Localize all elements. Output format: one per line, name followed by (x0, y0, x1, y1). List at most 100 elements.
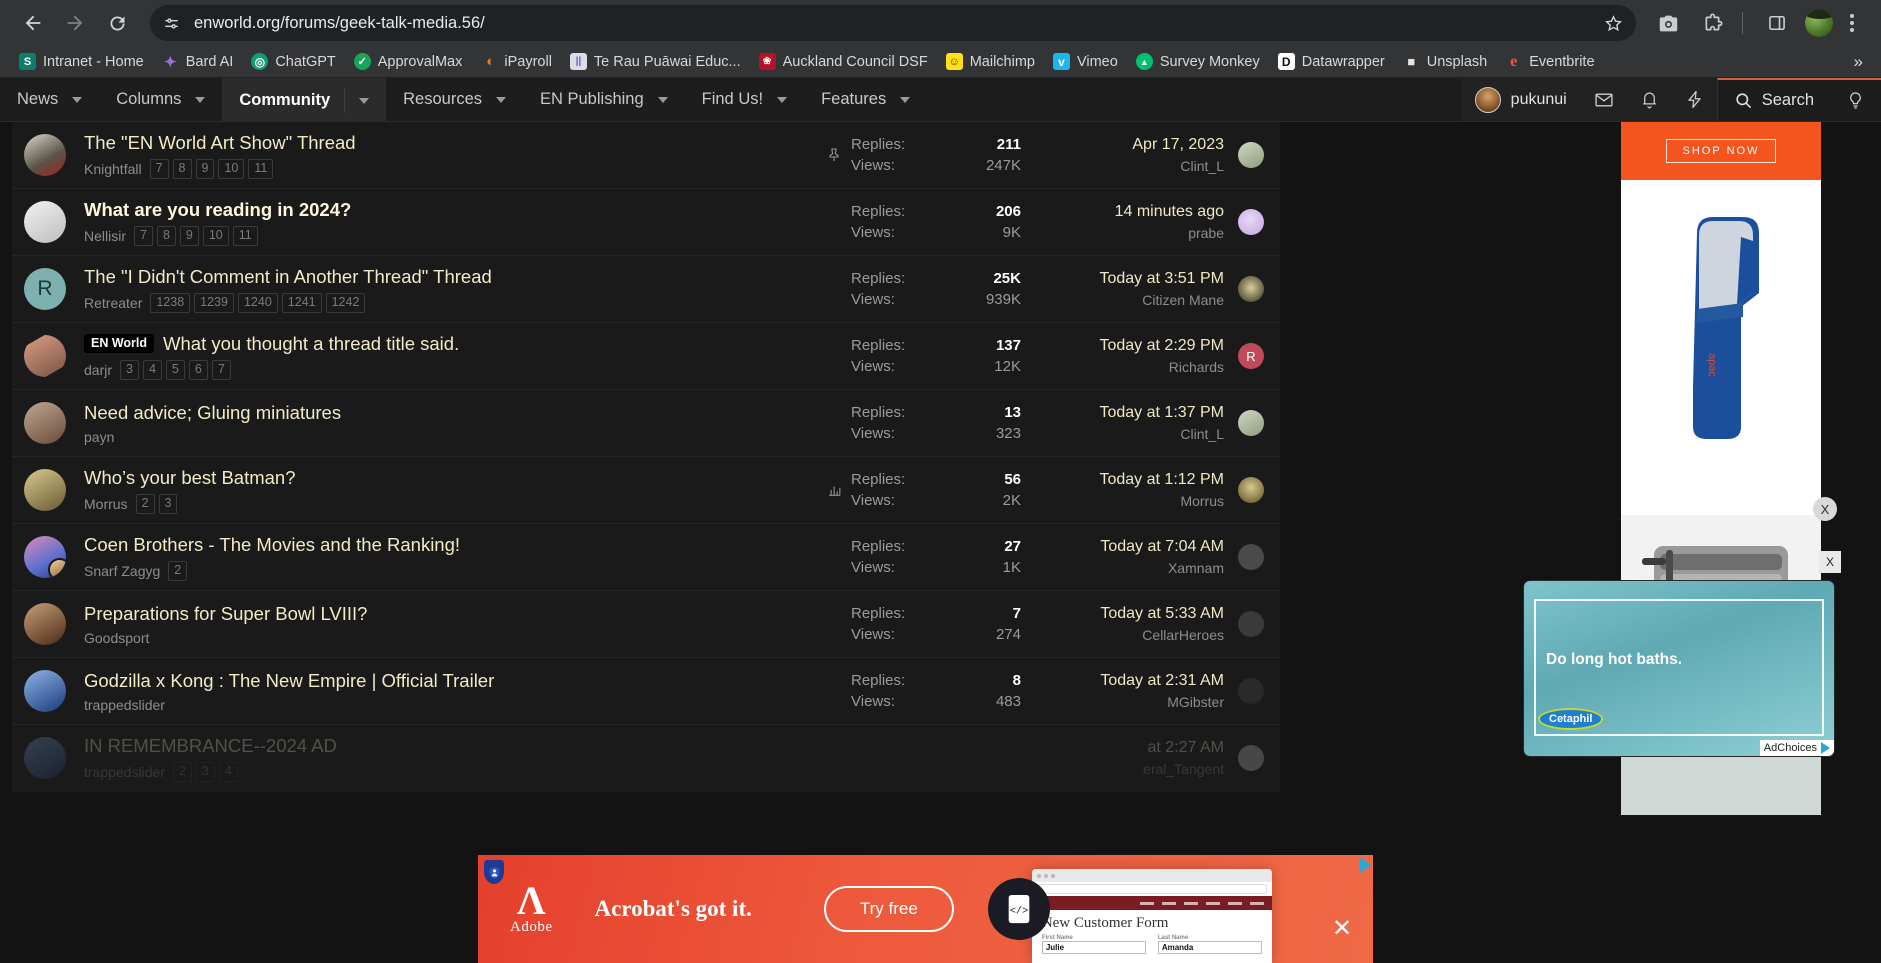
last-post-time[interactable]: 14 minutes ago (1115, 203, 1224, 221)
last-post-time[interactable]: Today at 5:33 AM (1100, 605, 1224, 623)
thread-title[interactable]: The "EN World Art Show" Thread (84, 131, 817, 154)
thread-prefix[interactable]: EN World (84, 334, 155, 353)
avatar[interactable] (24, 402, 66, 444)
nav-item-en-publishing[interactable]: EN Publishing (523, 78, 685, 121)
last-post-user[interactable]: CellarHeroes (1142, 627, 1224, 643)
adchoices-icon[interactable] (1360, 857, 1371, 873)
avatar[interactable] (24, 603, 66, 645)
page-link[interactable]: 11 (248, 159, 274, 179)
table-row[interactable]: Who’s your best Batman? Morrus 2 3 Repli… (12, 457, 1280, 524)
nav-item-features[interactable]: Features (804, 78, 927, 121)
forward-button[interactable] (56, 4, 94, 42)
alerts-bell-icon[interactable] (1626, 78, 1672, 121)
page-link[interactable]: 10 (218, 159, 245, 179)
last-post-user[interactable]: Richards (1169, 359, 1224, 375)
last-post-user[interactable]: Xamnam (1168, 560, 1224, 576)
page-link[interactable]: 3 (195, 762, 215, 782)
side-panel-icon[interactable] (1759, 5, 1795, 41)
thread-title[interactable]: Preparations for Super Bowl LVIII? (84, 602, 817, 625)
extensions-icon[interactable] (1694, 5, 1730, 41)
last-post-time[interactable]: Apr 17, 2023 (1132, 136, 1224, 154)
table-row[interactable]: EN World What you thought a thread title… (12, 323, 1280, 390)
nav-item-find-us[interactable]: Find Us! (685, 78, 804, 121)
search-button[interactable]: Search (1716, 78, 1830, 121)
avatar[interactable] (24, 737, 66, 779)
page-link[interactable]: 8 (156, 226, 176, 246)
last-poster-avatar[interactable] (1238, 678, 1264, 704)
shop-now-button[interactable]: SHOP NOW (1665, 139, 1777, 163)
chevron-down-icon[interactable] (496, 96, 506, 103)
table-row[interactable]: R The "I Didn't Comment in Another Threa… (12, 256, 1280, 323)
nav-item-community[interactable]: Community (222, 78, 387, 121)
last-post-time[interactable]: Today at 2:31 AM (1100, 672, 1224, 690)
bookmark-item[interactable]: ◖ iPayroll (471, 50, 561, 73)
last-poster-avatar[interactable] (1238, 142, 1264, 168)
page-link[interactable]: 1238 (150, 293, 191, 313)
chevron-down-icon[interactable] (777, 96, 788, 103)
bookmark-star-icon[interactable] (1596, 6, 1630, 40)
thread-author[interactable]: Snarf Zagyg (84, 563, 160, 579)
back-button[interactable] (14, 4, 52, 42)
last-poster-avatar[interactable] (1238, 544, 1264, 570)
thread-author[interactable]: Knightfall (84, 161, 142, 177)
address-bar[interactable]: enworld.org/forums/geek-talk-media.56/ (150, 5, 1636, 41)
thread-title[interactable]: The "I Didn't Comment in Another Thread"… (84, 265, 817, 288)
page-link[interactable]: 1240 (237, 293, 278, 313)
chevron-down-icon[interactable] (359, 97, 370, 104)
table-row[interactable]: The "EN World Art Show" Thread Knightfal… (12, 122, 1280, 189)
page-link[interactable]: 9 (195, 159, 215, 179)
page-link[interactable]: 2 (172, 762, 192, 782)
avatar[interactable]: R (24, 268, 66, 310)
bookmark-item[interactable]: ▲ Survey Monkey (1127, 50, 1269, 73)
video-ad-close-button[interactable]: X (1819, 551, 1841, 573)
profile-avatar[interactable] (1805, 9, 1833, 37)
last-poster-avatar[interactable] (1238, 276, 1264, 302)
last-post-time[interactable]: Today at 1:37 PM (1099, 404, 1224, 422)
ad-close-button[interactable]: X (1813, 497, 1837, 521)
nav-item-columns[interactable]: Columns (99, 78, 222, 121)
ad-product-sleeping-bag[interactable]: apac (1621, 180, 1821, 515)
thread-title[interactable]: Need advice; Gluing miniatures (84, 401, 817, 424)
avatar[interactable] (24, 201, 66, 243)
thread-title[interactable]: Coen Brothers - The Movies and the Ranki… (84, 533, 817, 556)
bookmark-item[interactable]: ❀ Auckland Council DSF (750, 50, 937, 73)
last-post-time[interactable]: Today at 1:12 PM (1099, 471, 1224, 489)
nav-item-news[interactable]: News (0, 78, 99, 121)
page-link[interactable]: 3 (120, 360, 139, 380)
table-row[interactable]: Need advice; Gluing miniatures payn Repl… (12, 390, 1280, 457)
screenshot-icon[interactable] (1650, 5, 1686, 41)
last-post-user[interactable]: MGibster (1167, 694, 1224, 710)
bookmark-item[interactable]: ✓ ApprovalMax (345, 50, 472, 73)
thread-title[interactable]: What are you reading in 2024? (84, 198, 817, 221)
thread-author[interactable]: Retreater (84, 295, 142, 311)
table-row[interactable]: Godzilla x Kong : The New Empire | Offic… (12, 658, 1280, 725)
table-row[interactable]: IN REMEMBRANCE--2024 AD trappedslider 2 … (12, 725, 1280, 792)
help-icon[interactable] (1830, 78, 1881, 121)
thread-author[interactable]: darjr (84, 362, 112, 378)
nav-item-resources[interactable]: Resources (386, 78, 523, 121)
thread-author[interactable]: Morrus (84, 496, 128, 512)
avatar[interactable] (24, 670, 66, 712)
bookmark-item[interactable]: ◎ ChatGPT (242, 50, 344, 73)
page-link[interactable]: 1239 (194, 293, 234, 313)
thread-title[interactable]: EN World What you thought a thread title… (84, 332, 817, 355)
video-advertisement[interactable]: Do long hot baths. Cetaphil AdChoices (1524, 581, 1834, 756)
page-link[interactable]: 4 (218, 762, 238, 782)
thread-title[interactable]: IN REMEMBRANCE--2024 AD (84, 734, 817, 757)
adchoices-badge[interactable]: AdChoices (1759, 740, 1834, 756)
chrome-menu-icon[interactable] (1837, 14, 1867, 32)
page-link[interactable]: 7 (211, 360, 231, 380)
page-link[interactable]: 10 (202, 226, 229, 246)
bolt-icon[interactable] (1671, 78, 1717, 121)
adobe-advertisement-banner[interactable]: Λ Adobe Acrobat's got it. Try free </> N… (478, 855, 1373, 963)
last-post-user[interactable]: Clint_L (1180, 426, 1224, 442)
last-post-time[interactable]: Today at 3:51 PM (1099, 270, 1224, 288)
last-post-user[interactable]: eral_Tangent (1143, 761, 1224, 777)
ad-banner-top[interactable]: SHOP NOW (1621, 122, 1821, 180)
inbox-icon[interactable] (1580, 78, 1627, 121)
table-row[interactable]: Coen Brothers - The Movies and the Ranki… (12, 524, 1280, 591)
page-link[interactable]: 2 (135, 494, 155, 514)
user-menu[interactable]: pukunui (1460, 78, 1581, 121)
bookmark-item[interactable]: ■ Unsplash (1394, 50, 1496, 73)
page-link[interactable]: 6 (188, 360, 208, 380)
